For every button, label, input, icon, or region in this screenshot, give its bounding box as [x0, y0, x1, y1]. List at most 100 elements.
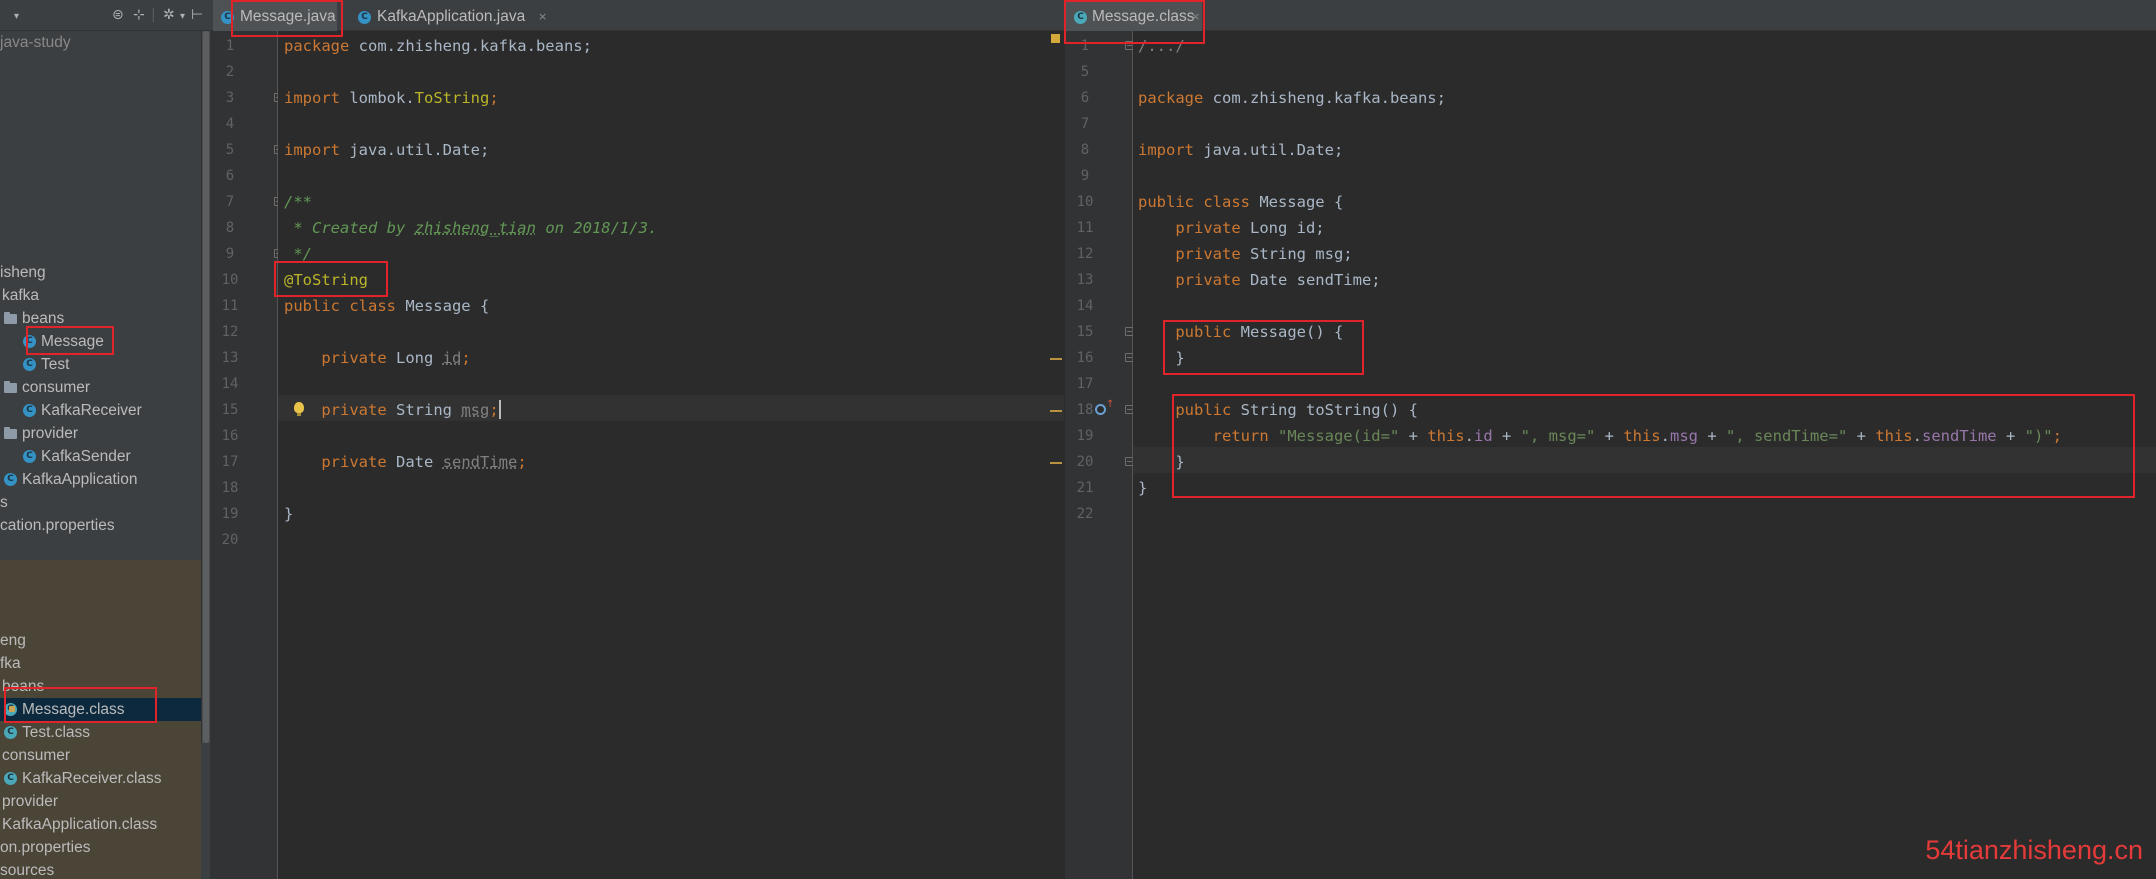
line-number: 9: [225, 246, 235, 262]
line-number: 6: [225, 168, 235, 184]
tree-item-label: eng: [0, 632, 26, 649]
line-number: 14: [221, 376, 239, 392]
highlight-box-tab-message-java: [231, 0, 343, 37]
tree-item-label: isheng: [0, 264, 46, 281]
line-number: 21: [1076, 480, 1094, 496]
tab-label: KafkaApplication.java: [377, 8, 526, 25]
right-editor-tabbar: C Message.class ×: [1065, 0, 2156, 31]
line-number: 5: [225, 142, 235, 158]
settings-icon[interactable]: ✲: [163, 7, 175, 23]
line-number: 19: [221, 506, 239, 522]
code-line: public class Message {: [1138, 193, 1344, 211]
line-number: 18: [221, 480, 239, 496]
class-c-icon: C: [4, 772, 17, 785]
highlight-box-tab-message-class: [1064, 0, 1205, 44]
code-line: package com.zhisheng.kafka.beans;: [1138, 89, 1446, 107]
toolbar-separator: |: [151, 7, 156, 23]
code-line: import lombok.ToString;: [284, 89, 499, 107]
inspection-warning-icon[interactable]: [1051, 34, 1060, 43]
code-line: private Date sendTime;: [284, 453, 527, 471]
tree-item-label: Test: [41, 356, 70, 373]
line-number: 6: [1080, 90, 1090, 106]
code-line: private Date sendTime;: [1138, 271, 1381, 289]
line-number: 2: [225, 64, 235, 80]
close-icon[interactable]: ×: [538, 0, 547, 33]
package-folder-icon: [4, 427, 17, 439]
tree-item-label: KafkaReceiver: [41, 402, 142, 419]
line-number: 4: [225, 116, 235, 132]
line-number: 5: [1080, 64, 1090, 80]
tab-kafkaapplication-java[interactable]: C KafkaApplication.java ×: [350, 0, 550, 31]
line-number: 10: [221, 272, 239, 288]
highlight-box-tree-message: [26, 326, 114, 355]
highlight-box-constructor: [1163, 320, 1364, 375]
line-number: 16: [221, 428, 239, 444]
project-scrollbar[interactable]: [201, 31, 210, 743]
class-c-icon: C: [23, 450, 36, 463]
code-line: /**: [284, 193, 312, 211]
warning-stripe-mark[interactable]: [1050, 410, 1062, 412]
line-number: 20: [1076, 454, 1094, 470]
tree-item-label: KafkaApplication.class: [2, 816, 158, 833]
line-number: 13: [1076, 272, 1094, 288]
class-c-icon: C: [4, 473, 17, 486]
sync-icon[interactable]: ⊜: [112, 7, 124, 23]
line-number: 20: [221, 532, 239, 548]
class-c-icon: C: [23, 404, 36, 417]
highlight-box-tostring-annotation: [274, 261, 388, 297]
line-number: 3: [225, 90, 235, 106]
line-number: 12: [1076, 246, 1094, 262]
tree-root-label: java-study: [0, 34, 71, 51]
tree-item-label: Test.class: [22, 724, 91, 741]
tree-item-label: s: [0, 494, 8, 511]
line-number: 22: [1076, 506, 1094, 522]
line-number: 9: [1080, 168, 1090, 184]
left-editor[interactable]: package com.zhisheng.kafka.beans; import…: [278, 31, 1064, 879]
line-number: 19: [1076, 428, 1094, 444]
highlight-box-tree-message-class: [4, 687, 157, 723]
line-number: 7: [1080, 116, 1090, 132]
text-caret: [498, 400, 501, 419]
highlight-box-tostring-method: [1172, 394, 2135, 498]
line-number: 15: [1076, 324, 1094, 340]
tree-item-label: KafkaSender: [41, 448, 131, 465]
code-line: import java.util.Date;: [1138, 141, 1344, 159]
project-tool-window: ▾ ⊜ ⊹ | ✲ ▾ ⊢ java-study isheng kafka be…: [0, 0, 210, 879]
project-toolbar: ▾ ⊜ ⊹ | ✲ ▾ ⊢: [0, 0, 210, 31]
class-c-icon: C: [23, 358, 36, 371]
right-gutter: 1 5 6 7 8 9 10 11 12 13 14 15 16 17 18 19 20 21 22 ↑: [1065, 31, 1134, 879]
code-line: }: [284, 505, 294, 523]
class-c-icon: C: [358, 11, 371, 24]
hide-icon[interactable]: ⊢: [191, 7, 203, 23]
collapse-icon[interactable]: ⊹: [133, 7, 145, 23]
view-dropdown-icon[interactable]: ▾: [14, 9, 19, 25]
project-scrollbar-thumb[interactable]: [203, 31, 209, 743]
line-number: 8: [225, 220, 235, 236]
line-number: 11: [221, 298, 239, 314]
code-line: }: [1138, 479, 1148, 497]
settings-dropdown-icon[interactable]: ▾: [180, 9, 185, 25]
code-line: * Created by zhisheng_tian on 2018/1/3.: [284, 219, 658, 237]
watermark: 54tianzhisheng.cn: [1925, 835, 2143, 865]
overrides-method-icon[interactable]: [1095, 404, 1106, 415]
package-folder-icon: [4, 381, 17, 393]
tree-item-label: consumer: [2, 747, 71, 764]
line-number: 16: [1076, 350, 1094, 366]
package-folder-icon: [4, 312, 17, 324]
code-line: private Long id;: [1138, 219, 1325, 237]
override-arrow-icon: ↑: [1106, 399, 1115, 410]
warning-stripe-mark[interactable]: [1050, 358, 1062, 360]
warning-stripe-mark[interactable]: [1050, 462, 1062, 464]
code-line: import java.util.Date;: [284, 141, 490, 159]
line-number: 17: [1076, 376, 1094, 392]
left-gutter: 1 2 3 4 5 6 7 8 9 10 11 12 13 14 15 16 17 18 19 20: [210, 31, 283, 879]
tree-item-label: on.properties: [0, 839, 91, 856]
line-number: 11: [1076, 220, 1094, 236]
class-c-icon: C: [4, 726, 17, 739]
tree-item-label: kafka: [2, 287, 40, 304]
line-number: 7: [225, 194, 235, 210]
code-line: private Long id;: [284, 349, 471, 367]
tree-item-label: KafkaReceiver.class: [22, 770, 162, 787]
line-number: 14: [1076, 298, 1094, 314]
tree-item-label: KafkaApplication: [22, 471, 138, 488]
